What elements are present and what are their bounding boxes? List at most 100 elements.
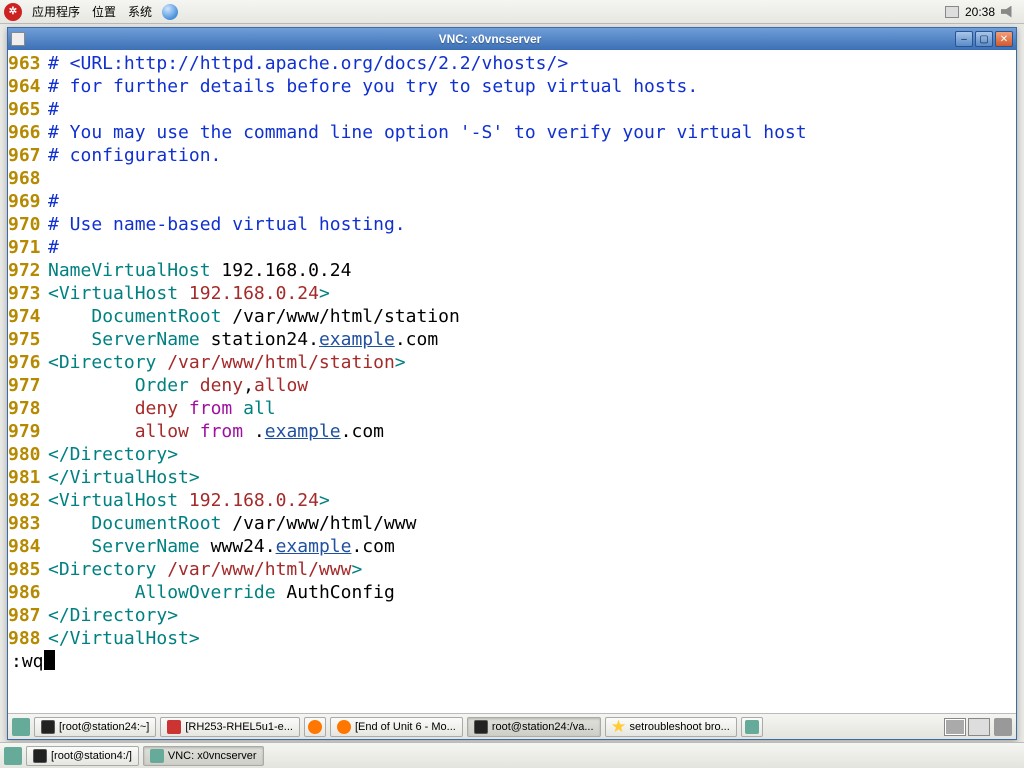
line-number: 968	[8, 167, 48, 190]
code-line: 963# <URL:http://httpd.apache.org/docs/2…	[8, 52, 1016, 75]
code-line: 971#	[8, 236, 1016, 259]
ff-icon	[308, 720, 322, 734]
code-line: 965#	[8, 98, 1016, 121]
task-button[interactable]: VNC: x0vncserver	[143, 746, 264, 766]
menu-位置[interactable]: 位置	[86, 1, 122, 22]
code-line: 974 DocumentRoot /var/www/html/station	[8, 305, 1016, 328]
code-line: 988</VirtualHost>	[8, 627, 1016, 650]
workspace-2[interactable]	[968, 718, 990, 736]
code-line: 969#	[8, 190, 1016, 213]
code-line: 979 allow from .example.com	[8, 420, 1016, 443]
term-icon	[474, 720, 488, 734]
remote-taskbar: [root@station24:~] [RH253-RHEL5u1-e... [En…	[8, 713, 1016, 739]
vim-command-line[interactable]: :wq	[8, 650, 1016, 673]
desk-icon	[745, 720, 759, 734]
line-number: 982	[8, 489, 48, 512]
line-number: 981	[8, 466, 48, 489]
code-line: 975 ServerName station24.example.com	[8, 328, 1016, 351]
line-number: 986	[8, 581, 48, 604]
workspace-pager[interactable]	[944, 718, 990, 736]
task-button[interactable]: [End of Unit 6 - Mo...	[330, 717, 463, 737]
task-button[interactable]: [root@station24:~]	[34, 717, 156, 737]
code-line: 968	[8, 167, 1016, 190]
code-line: 978 deny from all	[8, 397, 1016, 420]
maximize-button[interactable]: ▢	[975, 31, 993, 47]
code-line: 967# configuration.	[8, 144, 1016, 167]
distro-icon[interactable]: ✲	[4, 3, 22, 21]
line-number: 974	[8, 305, 48, 328]
task-label: [root@station4:/]	[51, 750, 132, 762]
line-number: 983	[8, 512, 48, 535]
task-label: [End of Unit 6 - Mo...	[355, 721, 456, 733]
vnc-window: VNC: x0vncserver – ▢ ✕ 963# <URL:http://…	[7, 27, 1017, 740]
top-panel: ✲ 应用程序位置系统 20:38	[0, 0, 1024, 24]
line-number: 978	[8, 397, 48, 420]
task-button[interactable]: [RH253-RHEL5u1-e...	[160, 717, 300, 737]
code-line: 966# You may use the command line option…	[8, 121, 1016, 144]
task-label: setroubleshoot bro...	[630, 721, 730, 733]
line-number: 984	[8, 535, 48, 558]
workspace-1[interactable]	[944, 718, 966, 736]
code-line: 976<Directory /var/www/html/station>	[8, 351, 1016, 374]
line-number: 985	[8, 558, 48, 581]
code-line: 983 DocumentRoot /var/www/html/www	[8, 512, 1016, 535]
line-number: 977	[8, 374, 48, 397]
line-number: 975	[8, 328, 48, 351]
line-number: 970	[8, 213, 48, 236]
clock[interactable]: 20:38	[965, 5, 995, 19]
star-icon	[612, 720, 626, 734]
line-number: 965	[8, 98, 48, 121]
task-label: VNC: x0vncserver	[168, 750, 257, 762]
term-icon	[33, 749, 47, 763]
code-line: 977 Order deny,allow	[8, 374, 1016, 397]
line-number: 964	[8, 75, 48, 98]
desk-icon	[150, 749, 164, 763]
trash-icon[interactable]	[994, 718, 1012, 736]
task-label: root@station24:/va...	[492, 721, 594, 733]
line-number: 987	[8, 604, 48, 627]
cursor	[44, 650, 55, 670]
code-line: 985<Directory /var/www/html/www>	[8, 558, 1016, 581]
line-number: 971	[8, 236, 48, 259]
task-button[interactable]	[741, 717, 763, 737]
close-button[interactable]: ✕	[995, 31, 1013, 47]
code-line: 980</Directory>	[8, 443, 1016, 466]
line-number: 980	[8, 443, 48, 466]
line-number: 979	[8, 420, 48, 443]
pdf-icon	[167, 720, 181, 734]
volume-icon[interactable]	[1001, 6, 1016, 18]
show-desktop-icon[interactable]	[4, 747, 22, 765]
browser-launcher-icon[interactable]	[162, 4, 178, 20]
line-number: 963	[8, 52, 48, 75]
ff-icon	[337, 720, 351, 734]
line-number: 988	[8, 627, 48, 650]
show-desktop-icon[interactable]	[12, 718, 30, 736]
window-title: VNC: x0vncserver	[28, 32, 952, 46]
code-line: 964# for further details before you try …	[8, 75, 1016, 98]
line-number: 976	[8, 351, 48, 374]
code-line: 973<VirtualHost 192.168.0.24>	[8, 282, 1016, 305]
line-number: 969	[8, 190, 48, 213]
code-line: 981</VirtualHost>	[8, 466, 1016, 489]
menu-应用程序[interactable]: 应用程序	[26, 1, 86, 22]
task-label: [RH253-RHEL5u1-e...	[185, 721, 293, 733]
code-line: 982<VirtualHost 192.168.0.24>	[8, 489, 1016, 512]
vim-editor[interactable]: 963# <URL:http://httpd.apache.org/docs/2…	[8, 50, 1016, 713]
task-button[interactable]: [root@station4:/]	[26, 746, 139, 766]
task-button[interactable]	[304, 717, 326, 737]
line-number: 973	[8, 282, 48, 305]
term-icon	[41, 720, 55, 734]
task-button[interactable]: setroubleshoot bro...	[605, 717, 737, 737]
bottom-panel: [root@station4:/] VNC: x0vncserver	[0, 742, 1024, 768]
code-line: 987</Directory>	[8, 604, 1016, 627]
line-number: 966	[8, 121, 48, 144]
titlebar[interactable]: VNC: x0vncserver – ▢ ✕	[8, 28, 1016, 50]
menu-系统[interactable]: 系统	[122, 1, 158, 22]
system-tray: 20:38	[945, 5, 1020, 19]
minimize-button[interactable]: –	[955, 31, 973, 47]
window-icon	[11, 32, 25, 46]
code-line: 970# Use name-based virtual hosting.	[8, 213, 1016, 236]
update-icon[interactable]	[945, 6, 959, 18]
task-button[interactable]: root@station24:/va...	[467, 717, 601, 737]
line-number: 967	[8, 144, 48, 167]
